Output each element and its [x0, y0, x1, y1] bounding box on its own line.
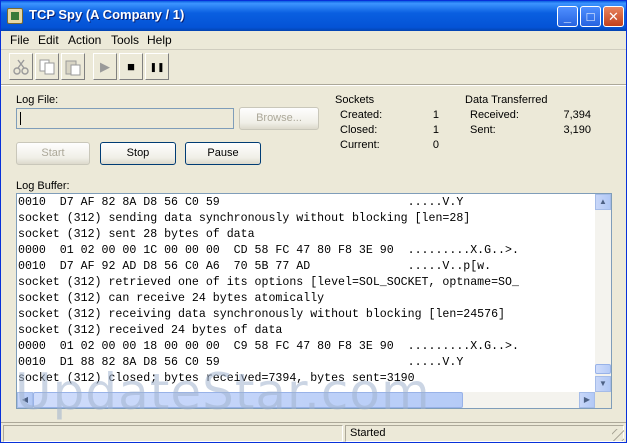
toolbar: ▶ ■ ❚❚ [5, 53, 625, 82]
scroll-down-arrow-icon[interactable]: ▼ [595, 376, 611, 392]
current-label: Current: [340, 139, 380, 151]
browse-button[interactable]: Browse... [239, 107, 319, 130]
sent-label: Sent: [470, 124, 496, 136]
log-line: 0010 D7 AF 82 8A D8 56 C0 59 .....V.Y [18, 196, 464, 209]
paste-button[interactable] [61, 53, 85, 80]
window-title: TCP Spy (A Company / 1) [29, 7, 185, 22]
resize-grip-icon[interactable] [612, 429, 624, 441]
created-label: Created: [340, 109, 383, 121]
copy-button[interactable] [35, 53, 59, 80]
received-value: 7,394 [563, 109, 591, 121]
log-line: socket (312) received 24 bytes of data [18, 324, 283, 337]
log-file-input[interactable] [16, 108, 234, 129]
pause-button[interactable]: ❚❚ [145, 53, 169, 80]
menu-tools[interactable]: Tools [111, 33, 139, 47]
log-buffer[interactable]: 0010 D7 AF 82 8A D8 56 C0 59 .....V.Y so… [16, 193, 612, 409]
sent-value: 3,190 [563, 124, 591, 136]
scroll-left-arrow-icon[interactable]: ◀ [17, 392, 33, 408]
scroll-corner [595, 392, 611, 408]
menu-edit[interactable]: Edit [38, 33, 59, 47]
cut-button[interactable] [9, 53, 33, 80]
closed-label: Closed: [340, 124, 378, 136]
scroll-up-arrow-icon[interactable]: ▲ [595, 194, 611, 210]
menu-action[interactable]: Action [68, 33, 101, 47]
title-bar[interactable]: TCP Spy (A Company / 1) _ □ ✕ [1, 1, 626, 31]
log-line: socket (312) retrieved one of its option… [18, 276, 519, 289]
received-label: Received: [470, 109, 519, 121]
log-line: 0000 01 02 00 00 1C 00 00 00 CD 58 FC 47… [18, 244, 519, 257]
text-caret [20, 112, 21, 125]
app-icon[interactable] [7, 8, 23, 24]
horizontal-scrollbar[interactable]: ◀ ▶ [17, 392, 595, 408]
status-pane-main [3, 425, 343, 442]
close-button[interactable]: ✕ [603, 6, 624, 27]
status-pane-state: Started [345, 425, 624, 442]
copy-icon [39, 59, 55, 75]
status-text: Started [350, 427, 386, 439]
log-line: 0000 01 02 00 00 18 00 00 00 C9 58 FC 47… [18, 340, 519, 353]
vertical-scrollbar[interactable]: ▲ ▼ [595, 194, 611, 392]
horizontal-scroll-thumb[interactable] [33, 392, 463, 408]
log-line: 0010 D7 AF 92 AD D8 56 C0 A6 70 5B 77 AD… [18, 260, 492, 273]
log-lines: 0010 D7 AF 82 8A D8 56 C0 59 .....V.Y so… [18, 195, 596, 391]
menu-help[interactable]: Help [147, 33, 172, 47]
data-transferred-heading: Data Transferred [465, 94, 548, 106]
log-file-label: Log File: [16, 94, 59, 106]
log-buffer-label: Log Buffer: [16, 180, 70, 192]
start-button[interactable]: Start [16, 142, 90, 165]
scroll-right-arrow-icon[interactable]: ▶ [579, 392, 595, 408]
log-line: socket (312) can receive 24 bytes atomic… [18, 292, 325, 305]
maximize-button[interactable]: □ [580, 6, 601, 27]
closed-value: 1 [432, 124, 439, 136]
pause-action-button[interactable]: Pause [185, 142, 261, 165]
minimize-button[interactable]: _ [557, 6, 578, 27]
status-bar: Started [1, 422, 626, 442]
log-line: socket (312) receiving data synchronousl… [18, 308, 506, 321]
log-line: 0010 D1 88 82 8A D8 56 C0 59 .....V.Y [18, 356, 464, 369]
created-value: 1 [432, 109, 439, 121]
log-line: socket (312) sending data synchronously … [18, 212, 471, 225]
scissors-icon [13, 59, 29, 75]
play-button[interactable]: ▶ [93, 53, 117, 80]
stop-action-button[interactable]: Stop [100, 142, 176, 165]
stop-button[interactable]: ■ [119, 53, 143, 80]
vertical-scroll-thumb[interactable] [595, 364, 611, 374]
paste-icon [65, 60, 81, 76]
menu-bar: File Edit Action Tools Help [1, 31, 626, 50]
menu-file[interactable]: File [10, 33, 29, 47]
log-line: socket (312) closed; bytes received=7394… [18, 372, 415, 385]
toolbar-separator [1, 84, 626, 86]
log-line: socket (312) sent 28 bytes of data [18, 228, 255, 241]
app-window: TCP Spy (A Company / 1) _ □ ✕ File Edit … [0, 0, 627, 443]
sockets-heading: Sockets [335, 94, 375, 106]
current-value: 0 [432, 139, 439, 151]
